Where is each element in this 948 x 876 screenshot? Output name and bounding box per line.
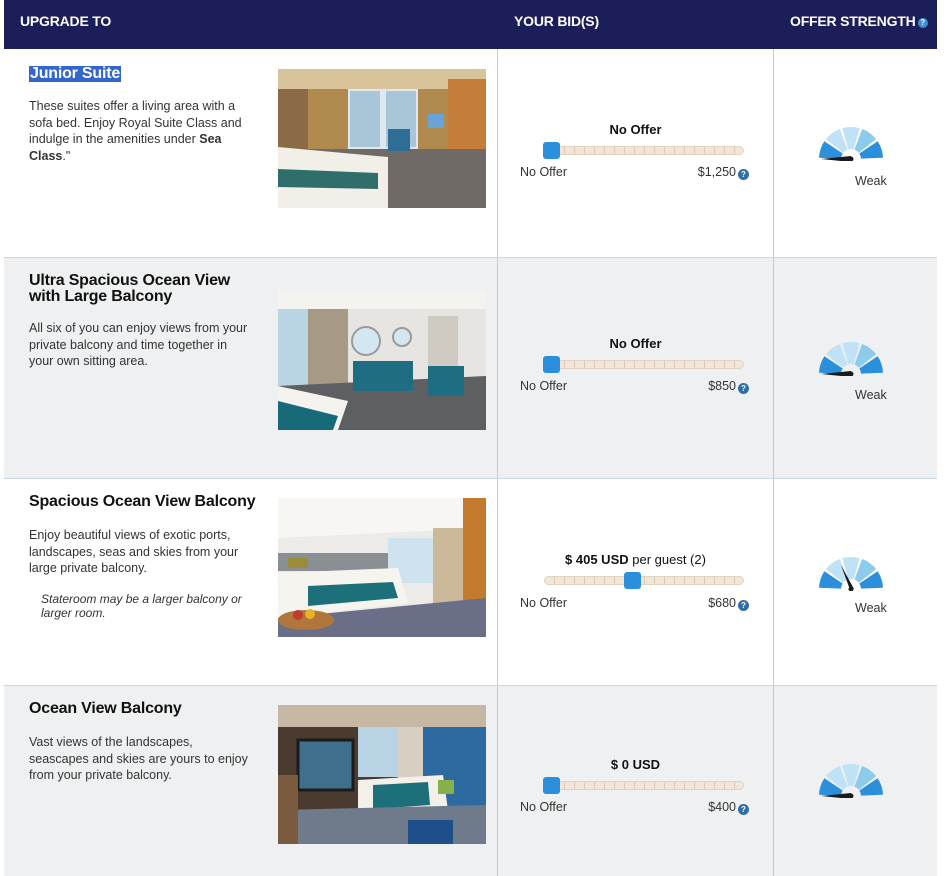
offer-strength-value: Weak: [855, 174, 887, 188]
room-title: Junior Suite: [29, 65, 122, 82]
room-info: Ultra Spacious Ocean View with Large Bal…: [4, 258, 497, 478]
room-photo: [278, 498, 486, 637]
room-title: Spacious Ocean View Balcony: [29, 493, 256, 510]
slider-min-label: No Offer: [520, 596, 568, 610]
help-icon[interactable]: ?: [738, 169, 749, 180]
offer-strength-gauge: [819, 764, 883, 798]
strength-cell: Weak: [774, 49, 937, 257]
slider-max-label: $680?: [708, 596, 749, 611]
offer-strength-gauge: [819, 342, 883, 376]
description-text-end: .": [62, 148, 71, 163]
your-bids-heading: YOUR BID(S): [514, 13, 599, 29]
upgrade-to-heading: UPGRADE TO: [20, 13, 112, 29]
bid-slider[interactable]: [543, 356, 744, 373]
offer-strength-gauge: [819, 127, 883, 161]
room-note: Stateroom may be a larger balcony or lar…: [41, 592, 242, 620]
bid-cell: $ 0 USD No Offer $400?: [497, 686, 774, 876]
bid-cell: $ 405 USD per guest (2) No Offer $680?: [497, 479, 774, 685]
room-description: These suites offer a living area with a …: [29, 98, 254, 164]
room-row-spacious-ocean-view-balcony: Spacious Ocean View Balcony Enjoy beauti…: [4, 479, 937, 686]
slider-handle[interactable]: [623, 572, 641, 589]
offer-strength-heading: OFFER STRENGTH?: [790, 13, 928, 29]
bid-amount: $ 0 USD: [610, 757, 661, 772]
room-info: Junior Suite These suites offer a living…: [4, 49, 497, 257]
room-title: Ultra Spacious Ocean View with Large Bal…: [29, 272, 231, 305]
description-text: Enjoy beautiful views of exotic ports, l…: [29, 528, 239, 575]
room-description: Vast views of the landscapes, seascapes …: [29, 734, 254, 784]
bid-amount: No Offer: [609, 336, 662, 351]
strength-cell: Weak: [774, 258, 937, 478]
room-row-ocean-view-balcony: Ocean View Balcony Vast views of the lan…: [4, 686, 937, 876]
slider-min-label: No Offer: [520, 165, 568, 179]
offer-strength-label: OFFER STRENGTH: [790, 13, 916, 29]
strength-cell: Weak: [774, 479, 937, 685]
offer-strength-value: Weak: [855, 388, 887, 402]
room-photo: [278, 291, 486, 430]
room-info: Spacious Ocean View Balcony Enjoy beauti…: [4, 479, 497, 685]
slider-max-label: $400?: [708, 800, 749, 815]
bid-cell: No Offer No Offer $1,250?: [497, 49, 774, 257]
slider-handle[interactable]: [543, 777, 560, 794]
room-title: Ocean View Balcony: [29, 700, 182, 717]
description-text: Vast views of the landscapes, seascapes …: [29, 735, 248, 782]
offer-strength-value: Weak: [855, 601, 887, 615]
help-icon[interactable]: ?: [738, 600, 749, 611]
help-icon[interactable]: ?: [738, 383, 749, 394]
bid-slider[interactable]: [544, 572, 744, 589]
room-info: Ocean View Balcony Vast views of the lan…: [4, 686, 497, 876]
bid-amount: $ 405 USD per guest (2): [565, 552, 706, 567]
room-description: All six of you can enjoy views from your…: [29, 320, 254, 370]
offer-strength-gauge: [819, 557, 883, 591]
strength-cell: [774, 686, 937, 876]
room-row-junior-suite: Junior Suite These suites offer a living…: [4, 49, 937, 258]
room-row-ultra-spacious-ocean-view: Ultra Spacious Ocean View with Large Bal…: [4, 258, 937, 479]
help-icon[interactable]: ?: [738, 804, 749, 815]
bid-slider[interactable]: [543, 777, 744, 794]
slider-handle[interactable]: [543, 142, 560, 159]
description-text: All six of you can enjoy views from your…: [29, 321, 248, 368]
slider-min-label: No Offer: [520, 379, 568, 393]
slider-min-label: No Offer: [520, 800, 568, 814]
bid-amount: No Offer: [609, 122, 662, 137]
slider-handle[interactable]: [543, 356, 560, 373]
bid-slider[interactable]: [543, 142, 744, 159]
table-header: UPGRADE TO YOUR BID(S) OFFER STRENGTH?: [4, 0, 937, 49]
slider-max-label: $1,250?: [698, 165, 749, 180]
slider-max-label: $850?: [708, 379, 749, 394]
bid-cell: No Offer No Offer $850?: [497, 258, 774, 478]
room-photo: [278, 705, 486, 844]
help-icon[interactable]: ?: [917, 18, 928, 28]
room-description: Enjoy beautiful views of exotic ports, l…: [29, 527, 254, 577]
room-photo: [278, 69, 486, 208]
